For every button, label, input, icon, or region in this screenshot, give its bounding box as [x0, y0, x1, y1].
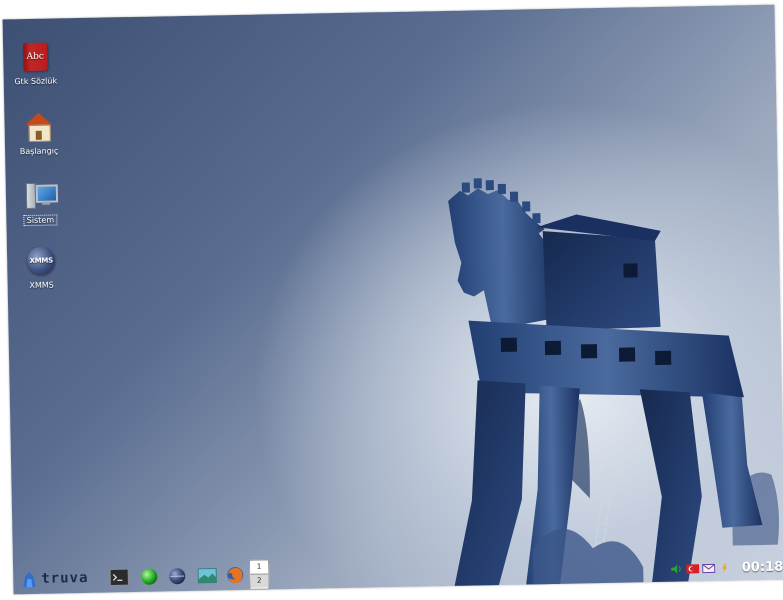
xmms-launcher[interactable] — [167, 566, 187, 586]
workspace-2[interactable]: 2 — [250, 573, 269, 588]
desktop-icon-sistem[interactable]: Sistem — [10, 180, 71, 227]
desktop-icon-xmms[interactable]: XMMS XMMS — [11, 246, 72, 290]
volume-icon[interactable] — [670, 563, 683, 574]
image-viewer-icon — [197, 567, 217, 584]
firefox-icon — [227, 567, 244, 584]
dictionary-book-icon: Abc — [20, 42, 51, 74]
desktop-icon-gtk-sozluk[interactable]: Abc Gtk Sözlük — [5, 42, 66, 86]
desktop[interactable]: Abc Gtk Sözlük Başlangıç Sistem XMMS XMM… — [2, 4, 783, 595]
system-tray — [670, 563, 731, 575]
xmms-icon — [169, 568, 186, 585]
desktop-icon-label: Gtk Sözlük — [14, 76, 58, 87]
start-menu-button[interactable]: truva — [21, 567, 89, 590]
desktop-icon-label: Sistem — [23, 214, 58, 227]
desktop-icon-label: XMMS — [29, 280, 54, 290]
desktop-icon-baslangic[interactable]: Başlangıç — [8, 112, 69, 156]
terminal-icon — [109, 568, 129, 586]
xmms-player-icon: XMMS — [26, 246, 57, 277]
terminal-launcher[interactable] — [109, 567, 129, 587]
network-icon[interactable] — [718, 563, 731, 574]
mail-icon[interactable] — [702, 563, 716, 574]
clock[interactable]: 00:18 — [742, 560, 783, 576]
green-orb-launcher[interactable] — [139, 567, 159, 587]
trojan-horse-wallpaper — [448, 178, 779, 591]
truva-logo-icon — [23, 572, 36, 588]
start-menu-label: truva — [41, 569, 89, 587]
firefox-launcher[interactable] — [225, 565, 245, 585]
home-folder-icon — [23, 112, 54, 144]
image-viewer-launcher[interactable] — [197, 565, 217, 585]
turkish-flag-icon[interactable] — [686, 563, 700, 574]
screen: Abc Gtk Sözlük Başlangıç Sistem XMMS XMM… — [0, 0, 783, 600]
workspace-1[interactable]: 1 — [249, 560, 269, 574]
desktop-icon-label: Başlangıç — [19, 146, 59, 157]
taskbar: truva 1 2 00:18 — [13, 550, 783, 595]
green-orb-icon — [141, 568, 158, 585]
workspace-pager: 1 2 — [248, 559, 270, 590]
computer-icon — [25, 180, 59, 211]
